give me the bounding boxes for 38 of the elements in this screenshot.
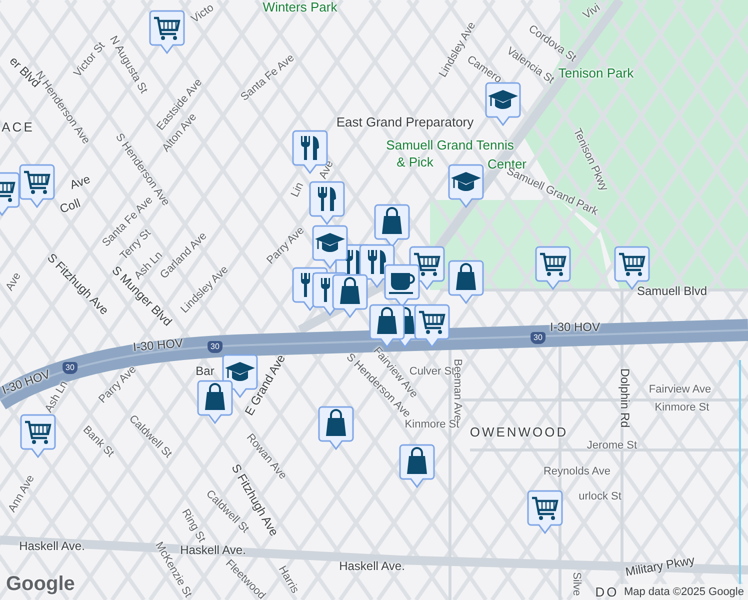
road-label: I-30 HOV <box>132 336 184 354</box>
street-label: Ave <box>4 271 24 293</box>
neighborhood-label: DO <box>595 586 619 598</box>
street-label: Reynolds Ave <box>543 466 611 478</box>
street-label: Culver St <box>409 366 455 378</box>
google-logo[interactable]: Google <box>6 573 75 596</box>
road-label: Bar <box>196 365 214 377</box>
street-label: Lin <box>290 181 306 199</box>
road-label: Haskell Ave. <box>339 560 405 572</box>
road-label: Ave <box>68 172 92 192</box>
place-label: East Grand Preparatory <box>336 116 474 128</box>
road-label: Military Pkwy <box>624 554 696 578</box>
street-label: Kinmore St <box>654 402 710 414</box>
street-label: Fairview Ave <box>648 384 712 396</box>
highway-shield: 30 <box>530 332 546 344</box>
park-label: Samuell Grand Tennis <box>386 138 514 152</box>
street-label: Vivi <box>582 2 602 22</box>
road-label: I-30 HOV <box>550 321 600 333</box>
park-label: Tenison Park <box>558 66 634 80</box>
street-label: Ave <box>318 159 336 181</box>
highway-shield: 30 <box>62 362 78 374</box>
street-label: Jerome St <box>586 440 638 452</box>
road-label: Dolphin Rd <box>619 368 631 428</box>
neighborhood-label: OWENWOOD <box>470 426 568 438</box>
neighborhood-label: ACE <box>2 120 34 134</box>
street-label: Kinmore St <box>404 420 460 430</box>
map-attribution: Map data ©2025 Google <box>620 584 748 600</box>
road-label: Haskell Ave. <box>180 544 246 556</box>
street-label: Silve <box>570 572 582 596</box>
park-label: Center <box>487 158 527 170</box>
road-label: Haskell Ave. <box>19 540 85 552</box>
road-label: Samuell Blvd <box>636 285 708 297</box>
street-label: urlock St <box>578 492 622 502</box>
street-label: Victo <box>190 2 216 26</box>
highway-shield: 30 <box>208 341 222 353</box>
park-label: Winters Park <box>262 0 338 14</box>
park-label: & Pick <box>396 156 434 168</box>
road-label: Coll <box>58 196 82 216</box>
